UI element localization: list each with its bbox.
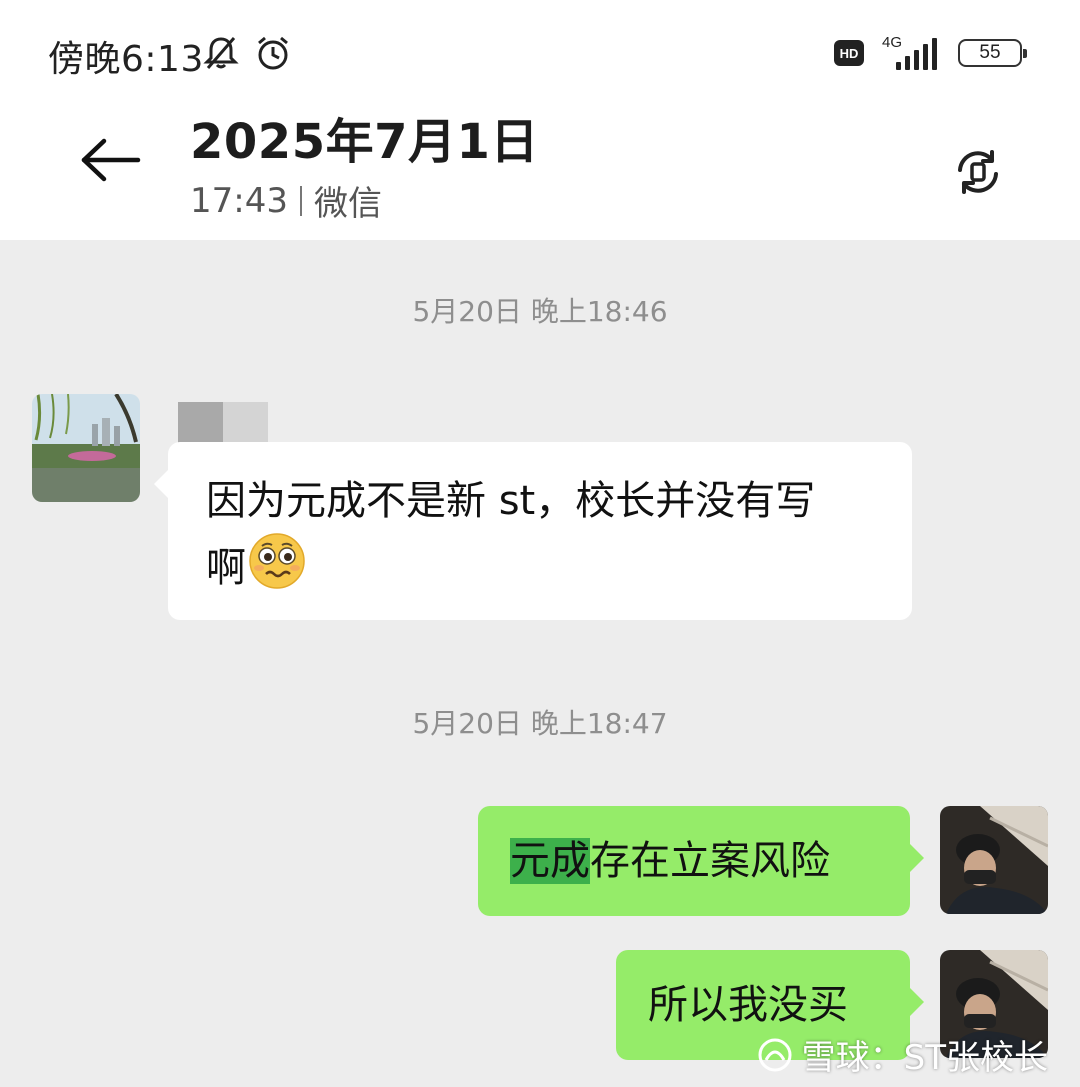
- battery-level: 55: [979, 42, 1001, 63]
- page-title: 2025年7月1日: [190, 114, 539, 170]
- message-text: 因为元成不是新 st，校长并没有写: [206, 478, 816, 524]
- header-source: 微信: [313, 184, 382, 224]
- sender-name-redacted: [178, 402, 268, 447]
- rotate-button[interactable]: [950, 144, 1006, 200]
- header-time: 17:43: [190, 180, 288, 221]
- snowball-logo-icon: [758, 1038, 792, 1071]
- chat-area[interactable]: 5月20日 晚上18:46 因为元成不是新 st，校长并没有写 啊 5月20日 …: [0, 240, 1080, 1087]
- message-timestamp: 5月20日 晚上18:46: [412, 295, 668, 328]
- highlighted-text: 元成: [510, 838, 590, 884]
- contact-avatar[interactable]: [32, 394, 140, 502]
- back-arrow-icon: [81, 138, 141, 182]
- signal-icon: 4G: [878, 34, 944, 70]
- rotate-screen-icon: [958, 150, 998, 194]
- status-icons-right: HD 4G 55: [834, 34, 1027, 70]
- message-text: 存在立案风险: [590, 838, 830, 884]
- my-avatar[interactable]: [940, 806, 1048, 914]
- status-time: 傍晚6:13: [48, 39, 204, 80]
- message-text-end: 啊: [206, 545, 246, 591]
- status-bar: 傍晚6:13 HD 4G 55: [0, 0, 1080, 100]
- hd-badge: HD: [834, 40, 864, 66]
- divider: [299, 185, 302, 216]
- outgoing-message-bubble[interactable]: 元成存在立案风险: [478, 806, 924, 916]
- message-text: 所以我没买: [648, 982, 848, 1028]
- worried-emoji-icon: [248, 532, 306, 608]
- watermark-text: 雪球：ST张校长: [801, 1038, 1048, 1078]
- incoming-message-bubble[interactable]: 因为元成不是新 st，校长并没有写 啊: [154, 442, 912, 620]
- watermark: 雪球：ST张校长: [756, 1030, 1048, 1079]
- message-timestamp: 5月20日 晚上18:47: [412, 707, 668, 740]
- battery-icon: 55: [958, 39, 1027, 67]
- alarm-icon: [254, 34, 292, 76]
- header: 2025年7月1日 17:43 微信: [0, 100, 1080, 240]
- status-icons-left: [202, 34, 292, 76]
- back-button[interactable]: [76, 130, 146, 190]
- header-subtitle: 17:43 微信: [190, 176, 382, 225]
- muted-bell-icon: [202, 34, 240, 76]
